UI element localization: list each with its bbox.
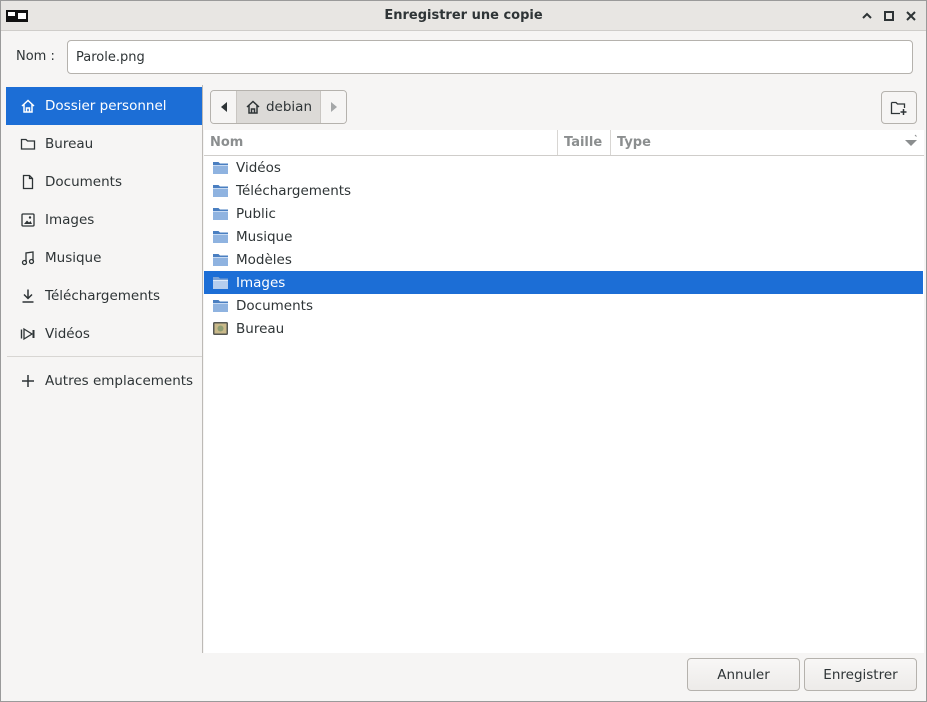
- close-button[interactable]: [903, 8, 919, 24]
- sidebar-border: [202, 85, 203, 653]
- home-icon: [20, 98, 36, 114]
- file-name: Images: [236, 274, 286, 291]
- column-size-header[interactable]: Taille: [564, 135, 602, 150]
- folder-icon: [212, 229, 229, 245]
- folder-icon: [212, 275, 229, 291]
- folder-icon: [20, 136, 36, 152]
- sidebar-item-label: Vidéos: [45, 326, 90, 342]
- sort-descending-icon: [905, 134, 917, 146]
- save-copy-dialog: Enregistrer une copie Nom : Dossier pers…: [0, 0, 927, 702]
- folder-icon: [212, 160, 229, 176]
- file-name: Documents: [236, 297, 313, 314]
- sidebar-item-label: Bureau: [45, 136, 94, 152]
- chevron-right-icon: [330, 102, 337, 112]
- file-name: Modèles: [236, 251, 292, 268]
- filename-input[interactable]: [67, 40, 913, 74]
- file-name: Bureau: [236, 320, 285, 337]
- list-item[interactable]: Vidéos: [204, 156, 923, 179]
- list-item[interactable]: Documents: [204, 294, 923, 317]
- list-item-selected[interactable]: Images: [204, 271, 923, 294]
- sidebar-item-label: Images: [45, 212, 95, 228]
- music-icon: [20, 250, 36, 266]
- folder-icon: [212, 206, 229, 222]
- minimize-button[interactable]: [859, 8, 875, 24]
- path-bar: debian: [210, 90, 347, 124]
- list-item[interactable]: Téléchargements: [204, 179, 923, 202]
- window-title: Enregistrer une copie: [384, 8, 543, 23]
- sidebar-item-label: Documents: [45, 174, 122, 190]
- column-type-header[interactable]: Type: [617, 135, 651, 150]
- column-divider[interactable]: [557, 130, 558, 155]
- sidebar-item-label: Dossier personnel: [45, 98, 167, 114]
- column-name-header[interactable]: Nom: [210, 135, 243, 150]
- places-sidebar: Dossier personnel Bureau Documents Image…: [2, 85, 203, 653]
- download-icon: [20, 288, 36, 304]
- file-name: Téléchargements: [236, 182, 352, 199]
- sidebar-item-other-locations[interactable]: Autres emplacements: [6, 362, 203, 400]
- sidebar-item-label: Téléchargements: [45, 288, 161, 304]
- save-button[interactable]: Enregistrer: [804, 658, 917, 691]
- sidebar-item-videos[interactable]: Vidéos: [6, 315, 203, 353]
- sidebar-separator: [7, 356, 203, 357]
- close-icon: [906, 11, 916, 21]
- path-crumb-label: debian: [265, 99, 313, 115]
- title-bar[interactable]: Enregistrer une copie: [1, 1, 926, 31]
- file-name: Public: [236, 205, 276, 222]
- sidebar-item-label: Musique: [45, 250, 102, 266]
- video-icon: [20, 326, 36, 342]
- create-folder-button[interactable]: [881, 91, 917, 124]
- image-icon: [20, 212, 36, 228]
- document-icon: [20, 174, 36, 190]
- sidebar-item-home[interactable]: Dossier personnel: [6, 87, 203, 125]
- plus-icon: [20, 373, 36, 389]
- name-label: Nom :: [16, 49, 55, 64]
- sidebar-item-music[interactable]: Musique: [6, 239, 203, 277]
- folder-icon: [212, 252, 229, 268]
- path-back-button[interactable]: [211, 91, 237, 123]
- folder-icon: [212, 183, 229, 199]
- path-crumb-home[interactable]: debian: [237, 91, 320, 123]
- new-folder-icon: [890, 101, 907, 115]
- sidebar-item-desktop[interactable]: Bureau: [6, 125, 203, 163]
- path-forward-button[interactable]: [320, 91, 346, 123]
- column-divider[interactable]: [610, 130, 611, 155]
- cancel-button[interactable]: Annuler: [687, 658, 800, 691]
- list-item[interactable]: Public: [204, 202, 923, 225]
- file-list: Nom Taille Type Vidéos Téléchargements P…: [204, 130, 924, 653]
- list-item[interactable]: Modèles: [204, 248, 923, 271]
- chevron-up-icon: [862, 12, 872, 19]
- column-header: Nom Taille Type: [204, 130, 924, 156]
- file-name: Musique: [236, 228, 293, 245]
- sidebar-item-label: Autres emplacements: [45, 373, 194, 389]
- sidebar-item-documents[interactable]: Documents: [6, 163, 203, 201]
- home-icon: [246, 100, 260, 114]
- maximize-icon: [884, 11, 894, 21]
- folder-icon: [212, 298, 229, 314]
- sidebar-item-downloads[interactable]: Téléchargements: [6, 277, 203, 315]
- list-item[interactable]: Bureau: [204, 317, 923, 340]
- chevron-left-icon: [220, 102, 227, 112]
- file-name: Vidéos: [236, 159, 281, 176]
- sidebar-item-images[interactable]: Images: [6, 201, 203, 239]
- list-item[interactable]: Musique: [204, 225, 923, 248]
- maximize-button[interactable]: [881, 8, 897, 24]
- desktop-icon: [212, 321, 229, 337]
